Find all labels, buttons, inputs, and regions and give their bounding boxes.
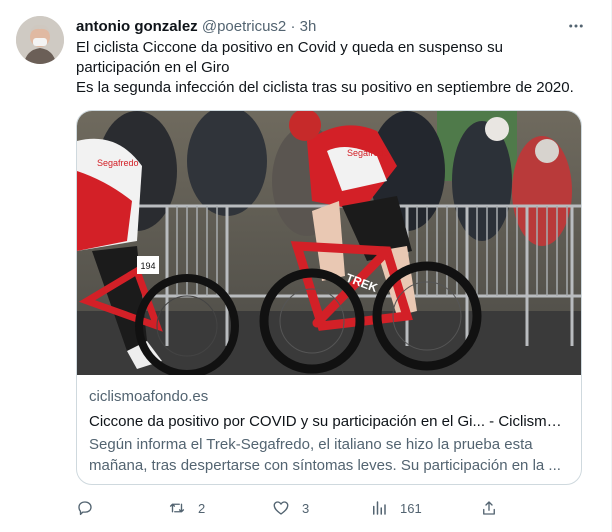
tweet-text-line: Es la segunda infección del ciclista tra… xyxy=(76,79,574,96)
tweet-actions: 2 3 161 xyxy=(76,496,596,520)
retweet-button[interactable]: 2 xyxy=(168,496,205,520)
jersey-brand-label: Segafredo xyxy=(347,148,389,158)
avatar-image xyxy=(16,16,64,64)
share-icon xyxy=(483,501,495,515)
tweet[interactable]: antonio gonzalez @poetricus2 · 3h El cic… xyxy=(0,0,612,532)
retweet-count: 2 xyxy=(198,500,206,516)
reply-icon xyxy=(78,501,92,516)
like-count: 3 xyxy=(302,500,310,516)
card-description: Según informa el Trek-Segafredo, el ital… xyxy=(89,436,561,474)
race-number: 194 xyxy=(140,261,155,271)
views-icon xyxy=(373,501,386,515)
views-button[interactable]: 161 xyxy=(370,496,422,520)
separator-dot: · xyxy=(290,18,296,35)
like-button[interactable]: 3 xyxy=(272,496,309,520)
card-title: Ciccone da positivo por COVID y su parti… xyxy=(89,413,569,430)
retweet-icon xyxy=(169,503,185,513)
more-options-button[interactable] xyxy=(565,15,587,37)
link-card[interactable]: 194 Segafredo TREK Segafredo ciclismoafo… xyxy=(76,110,582,485)
more-horizontal-icon xyxy=(569,24,583,28)
share-button[interactable] xyxy=(480,496,498,520)
tweet-header: antonio gonzalez @poetricus2 · 3h xyxy=(76,17,571,37)
heart-icon xyxy=(273,501,289,515)
tweet-text-line: El ciclista Ciccone da positivo en Covid… xyxy=(76,39,503,56)
author-name[interactable]: antonio gonzalez xyxy=(76,18,198,35)
tweet-time[interactable]: 3h xyxy=(300,18,317,35)
card-domain: ciclismoafondo.es xyxy=(89,388,209,405)
card-body[interactable]: ciclismoafondo.es Ciccone da positivo po… xyxy=(77,375,581,476)
tweet-text-line: participación en el Giro xyxy=(76,59,230,76)
views-count: 161 xyxy=(400,500,422,516)
jersey-brand-label: Segafredo xyxy=(97,158,139,168)
avatar[interactable] xyxy=(16,16,64,64)
card-image[interactable]: 194 Segafredo TREK Segafredo xyxy=(77,111,581,375)
tweet-text: El ciclista Ciccone da positivo en Covid… xyxy=(76,38,596,98)
author-handle[interactable]: @poetricus2 xyxy=(202,18,286,35)
cyclists-photo: 194 Segafredo TREK Segafredo xyxy=(77,111,581,375)
reply-button[interactable] xyxy=(76,496,106,520)
